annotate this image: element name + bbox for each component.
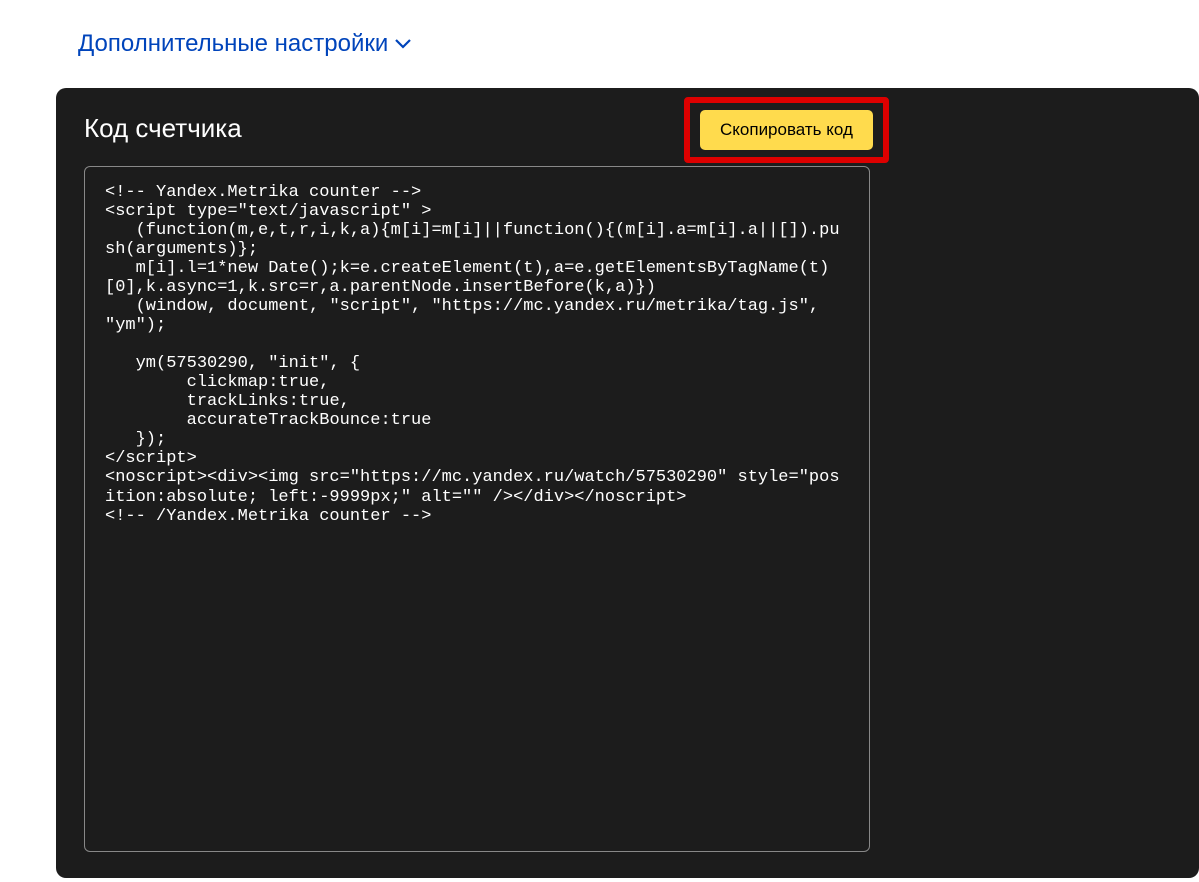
- counter-code-title: Код счетчика: [84, 113, 242, 144]
- additional-settings-toggle[interactable]: Дополнительные настройки: [0, 0, 1199, 88]
- chevron-down-icon: [394, 35, 412, 53]
- counter-code-header: Код счетчика Скопировать код: [84, 113, 1171, 144]
- additional-settings-label: Дополнительные настройки: [78, 30, 388, 58]
- counter-code-panel: Код счетчика Скопировать код <!-- Yandex…: [56, 88, 1199, 878]
- copy-code-button[interactable]: Скопировать код: [700, 110, 873, 150]
- code-display-container[interactable]: <!-- Yandex.Metrika counter --> <script …: [84, 166, 870, 852]
- counter-code-text: <!-- Yandex.Metrika counter --> <script …: [105, 183, 849, 526]
- copy-button-highlight: Скопировать код: [684, 97, 889, 163]
